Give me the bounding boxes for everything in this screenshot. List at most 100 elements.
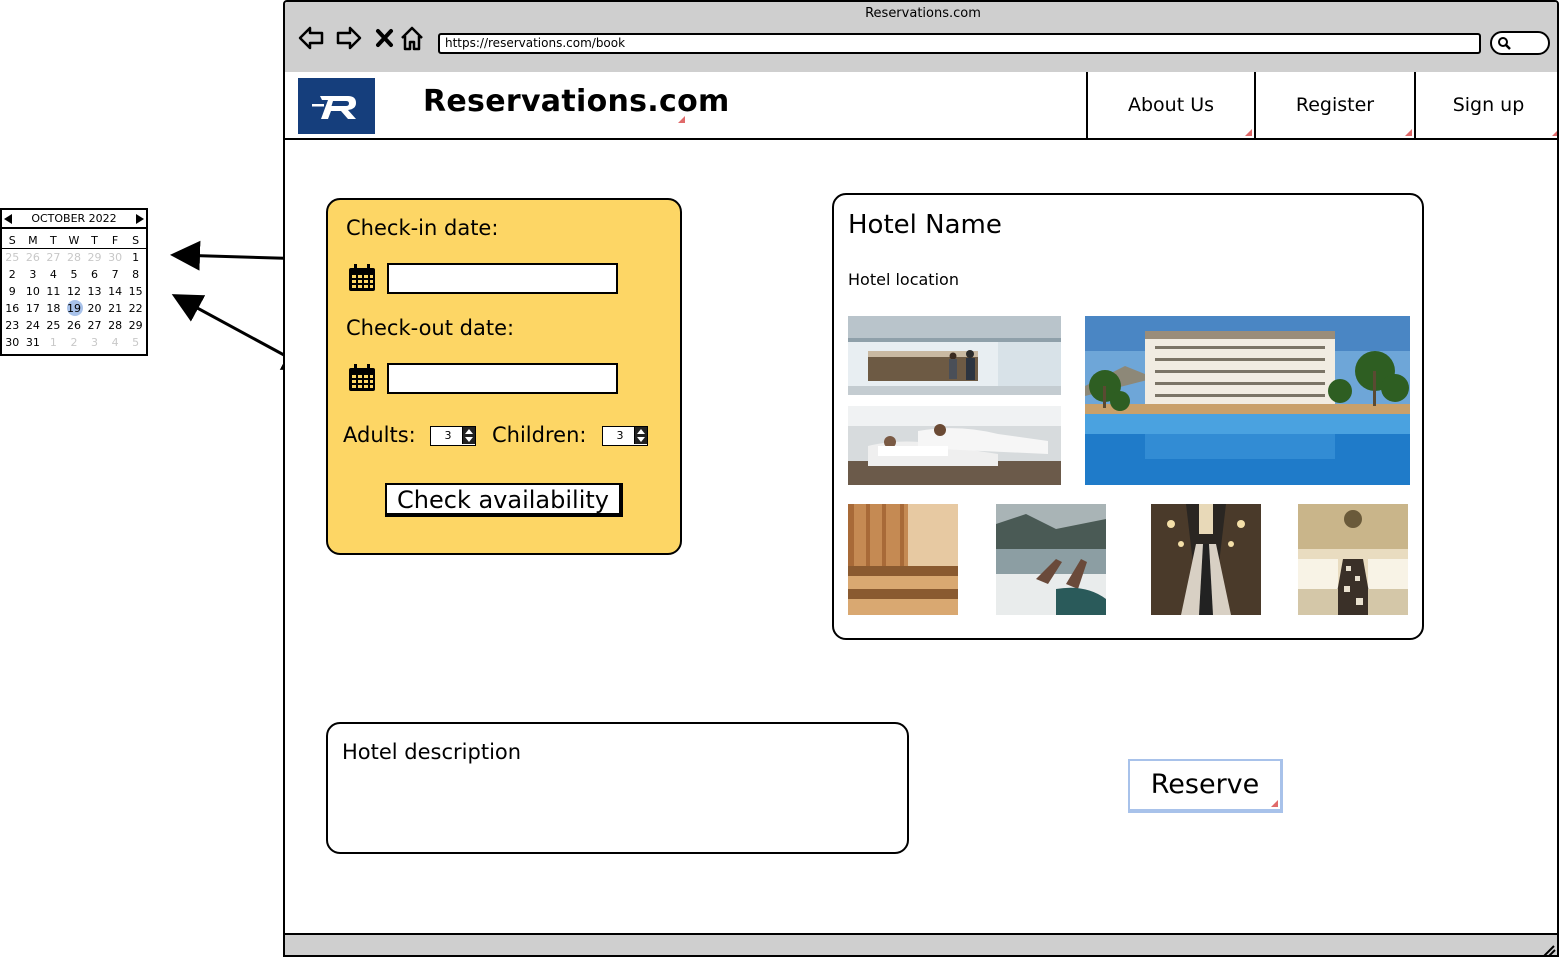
calendar-day[interactable]: 26: [23, 249, 44, 266]
calendar-day[interactable]: 13: [84, 283, 105, 300]
weekday-label: T: [91, 234, 98, 247]
calendar-day[interactable]: 2: [2, 266, 23, 283]
checkin-calendar-icon[interactable]: [347, 263, 377, 293]
calendar-day[interactable]: 3: [23, 266, 44, 283]
calendar-day[interactable]: 20: [84, 300, 105, 317]
calendar-day[interactable]: 10: [23, 283, 44, 300]
calendar-day-number: 29: [128, 319, 143, 332]
calendar-day-number: 27: [87, 319, 102, 332]
calendar-week-row: 30 31 1 2 3 4 5: [2, 334, 146, 351]
next-month-arrow-icon[interactable]: [136, 214, 144, 224]
nav-sign-up[interactable]: Sign up: [1414, 72, 1557, 138]
calendar-day[interactable]: 18: [43, 300, 64, 317]
hotel-description-box: Hotel description: [326, 722, 909, 854]
nav-about-us[interactable]: About Us: [1086, 72, 1254, 138]
calendar-day[interactable]: 11: [43, 283, 64, 300]
calendar-day[interactable]: 16: [2, 300, 23, 317]
calendar-day[interactable]: 9: [2, 283, 23, 300]
hotel-photo-spa[interactable]: [848, 406, 1061, 485]
calendar-day-number: 15: [128, 285, 143, 298]
calendar-day[interactable]: 29: [125, 317, 146, 334]
back-arrow-icon[interactable]: [297, 24, 325, 52]
calendar-day-number: 13: [87, 285, 102, 298]
calendar-week-row: 2345678: [2, 266, 146, 283]
calendar-day[interactable]: 27: [43, 249, 64, 266]
calendar-day-number: 30: [5, 336, 20, 349]
address-bar[interactable]: https://reservations.com/book: [438, 33, 1481, 54]
hotel-photo-sauna[interactable]: [848, 504, 958, 615]
calendar-day[interactable]: 14: [105, 283, 126, 300]
calendar-day[interactable]: 24: [23, 317, 44, 334]
stepper-arrows-icon[interactable]: [462, 427, 475, 444]
calendar-day[interactable]: 25: [43, 317, 64, 334]
check-availability-button[interactable]: Check availability: [385, 483, 623, 517]
calendar-day-number: 2: [70, 336, 78, 349]
calendar-day[interactable]: 21: [105, 300, 126, 317]
browser-search-field[interactable]: [1490, 31, 1550, 55]
calendar-day[interactable]: 1: [125, 249, 146, 266]
calendar-day[interactable]: 23: [2, 317, 23, 334]
browser-window: Reservations.com https://reservations.co…: [283, 0, 1559, 957]
calendar-day[interactable]: 31: [23, 334, 44, 351]
calendar-day[interactable]: 26: [64, 317, 85, 334]
calendar-day[interactable]: 15: [125, 283, 146, 300]
calendar-day[interactable]: 28: [64, 249, 85, 266]
calendar-day[interactable]: 28: [105, 317, 126, 334]
hotel-photo-dining-hall[interactable]: [1151, 504, 1261, 615]
adults-stepper[interactable]: 3: [430, 426, 476, 446]
calendar-day[interactable]: 30: [105, 249, 126, 266]
calendar-day[interactable]: 22: [125, 300, 146, 317]
site-header: Reservations.com About Us Register Sign …: [285, 72, 1557, 140]
booking-form-panel: Check-in date: Check-out date: Adults: 3…: [326, 198, 682, 555]
calendar-day-number: 29: [87, 251, 102, 264]
hotel-photo-banquet-room[interactable]: [1298, 504, 1408, 615]
calendar-day[interactable]: 17: [23, 300, 44, 317]
calendar-day-number: 10: [25, 285, 40, 298]
stop-close-icon[interactable]: [371, 24, 399, 52]
forward-arrow-icon[interactable]: [335, 24, 363, 52]
adults-value: 3: [444, 429, 452, 442]
calendar-day[interactable]: 2: [64, 334, 85, 351]
calendar-month-label: OCTOBER 2022: [31, 212, 117, 225]
calendar-day-number: 3: [29, 268, 37, 281]
calendar-day-number: 22: [128, 302, 143, 315]
calendar-day[interactable]: 5: [64, 266, 85, 283]
nav-register[interactable]: Register: [1254, 72, 1414, 138]
calendar-day[interactable]: 5: [125, 334, 146, 351]
calendar-day[interactable]: 19: [64, 300, 85, 317]
calendar-day[interactable]: 8: [125, 266, 146, 283]
calendar-day-number: 7: [111, 268, 119, 281]
calendar-day[interactable]: 4: [43, 266, 64, 283]
checkout-date-input[interactable]: [387, 363, 618, 394]
calendar-day-number: 19: [66, 302, 81, 315]
calendar-day-number: 17: [25, 302, 40, 315]
previous-month-arrow-icon[interactable]: [4, 214, 12, 224]
calendar-day-number: 4: [111, 336, 119, 349]
calendar-day-number: 31: [25, 336, 40, 349]
reserve-button[interactable]: Reserve: [1128, 759, 1283, 813]
calendar-day[interactable]: 25: [2, 249, 23, 266]
calendar-day[interactable]: 1: [43, 334, 64, 351]
children-stepper[interactable]: 3: [602, 426, 648, 446]
home-icon[interactable]: [398, 24, 426, 52]
hotel-photo-resort-pool[interactable]: [1085, 316, 1410, 485]
checkin-date-input[interactable]: [387, 263, 618, 294]
checkout-calendar-icon[interactable]: [347, 363, 377, 393]
calendar-day[interactable]: 30: [2, 334, 23, 351]
calendar-day[interactable]: 7: [105, 266, 126, 283]
calendar-day[interactable]: 4: [105, 334, 126, 351]
site-title[interactable]: Reservations.com: [423, 84, 730, 119]
stepper-arrows-icon[interactable]: [634, 427, 647, 444]
calendar-day-number: 6: [91, 268, 99, 281]
hotel-photo-lobby[interactable]: [848, 316, 1061, 395]
hotel-photo-lake-view[interactable]: [996, 504, 1106, 615]
calendar-day-number: 1: [132, 251, 140, 264]
calendar-day[interactable]: 3: [84, 334, 105, 351]
calendar-day[interactable]: 12: [64, 283, 85, 300]
calendar-day[interactable]: 27: [84, 317, 105, 334]
hotel-name: Hotel Name: [848, 210, 1002, 240]
resize-grip-icon[interactable]: [1541, 943, 1557, 957]
calendar-day[interactable]: 6: [84, 266, 105, 283]
calendar-day[interactable]: 29: [84, 249, 105, 266]
site-logo[interactable]: [298, 78, 375, 134]
